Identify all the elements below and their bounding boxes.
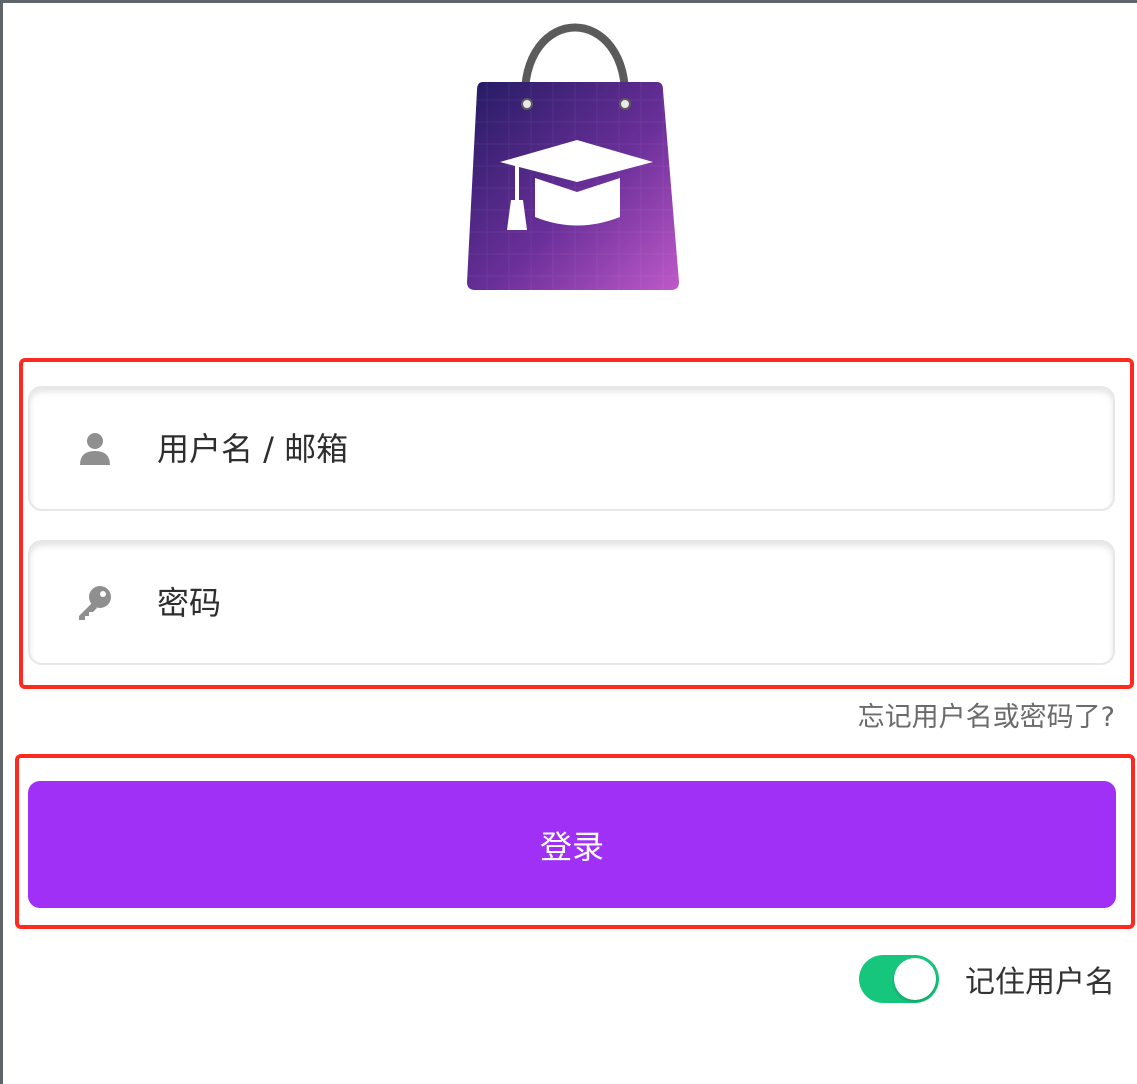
password-input[interactable] [155,582,1059,623]
remember-toggle[interactable] [859,955,939,1003]
remember-username: 记住用户名 [859,955,1115,1003]
username-field[interactable] [28,386,1115,511]
shopping-bag-logo [467,23,679,290]
login-button[interactable]: 登录 [28,781,1116,908]
user-icon [75,429,115,469]
forgot-credentials-link[interactable]: 忘记用户名或密码了? [858,695,1115,734]
toggle-knob [894,958,936,1000]
key-icon [75,583,115,623]
username-input[interactable] [155,428,1059,469]
remember-label: 记住用户名 [965,965,1115,1000]
password-field[interactable] [28,540,1115,665]
